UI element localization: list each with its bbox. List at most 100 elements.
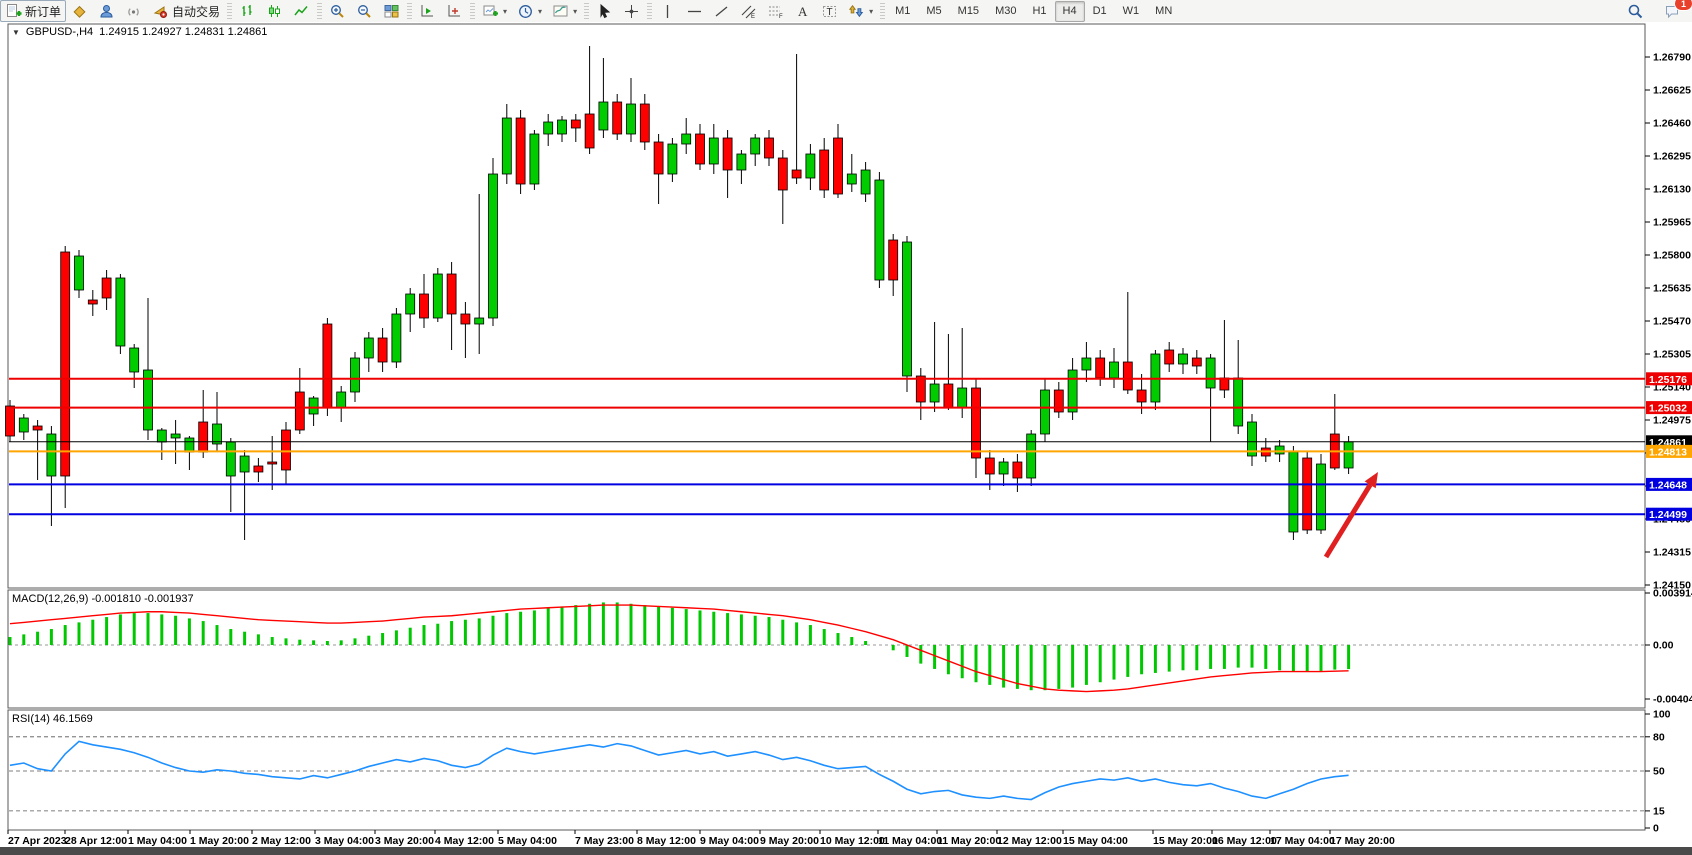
chevron-down-icon: ▾ — [538, 7, 542, 16]
candle-body — [558, 120, 567, 134]
price-level-box-label: 1.24648 — [1649, 479, 1687, 491]
window-bottom-edge — [0, 847, 1692, 855]
timeframe-m1-button[interactable]: M1 — [887, 1, 918, 22]
collapse-chart-icon[interactable]: ▼ — [12, 28, 20, 37]
macd-axis-label: 0.00 — [1653, 640, 1674, 652]
candle-body — [1206, 358, 1215, 388]
candle-body — [654, 142, 663, 174]
candle-body — [88, 300, 97, 304]
timeframe-h4-button[interactable]: H4 — [1055, 1, 1085, 22]
trendline-button[interactable] — [708, 0, 735, 22]
shapes-button[interactable]: ▾ — [843, 0, 878, 22]
timeframe-m5-button[interactable]: M5 — [918, 1, 949, 22]
signal-button[interactable] — [120, 0, 147, 22]
main-pane — [8, 24, 1645, 588]
hline-button[interactable] — [681, 0, 708, 22]
candle-body — [944, 384, 953, 408]
candle-body — [627, 104, 636, 134]
price-axis-label: 1.24975 — [1653, 415, 1691, 427]
search-icon[interactable] — [1622, 0, 1649, 22]
candle-body — [420, 294, 429, 318]
rsi-axis-label: 0 — [1653, 823, 1659, 835]
date-axis-label: 3 May 04:00 — [315, 835, 374, 847]
date-axis-label: 4 May 12:00 — [435, 835, 494, 847]
candle-body — [889, 240, 898, 280]
candle-body — [1317, 464, 1326, 530]
bar-chart-button[interactable] — [234, 0, 261, 22]
candle-body — [1137, 390, 1146, 402]
candle-body — [696, 134, 705, 164]
line-chart-button[interactable] — [288, 0, 315, 22]
candle-body — [1289, 452, 1298, 532]
candle-body — [985, 458, 994, 474]
rsi-pane — [8, 710, 1645, 830]
price-level-box-label: 1.25032 — [1649, 403, 1687, 415]
autotrade-button[interactable]: 自动交易 — [147, 0, 225, 22]
candle-body — [392, 314, 401, 362]
button-label: 自动交易 — [172, 3, 220, 20]
candle-body — [599, 102, 608, 130]
chart-canvas[interactable]: ▼ GBPUSD-,H4 1.24915 1.24927 1.24831 1.2… — [0, 22, 1692, 855]
cursor-button[interactable] — [591, 0, 618, 22]
candle-chart-button[interactable] — [261, 0, 288, 22]
date-axis-label: 11 May 20:00 — [937, 835, 1001, 847]
date-axis-label: 8 May 12:00 — [637, 835, 696, 847]
chevron-down-icon: ▾ — [503, 7, 507, 16]
macd-indicator-label: MACD(12,26,9) -0.001810 -0.001937 — [12, 593, 194, 605]
candle-body — [1123, 362, 1132, 390]
timeframe-d1-button[interactable]: D1 — [1085, 1, 1115, 22]
period-button[interactable]: ▾ — [512, 0, 547, 22]
zoom-in-button[interactable] — [324, 0, 351, 22]
candle-body — [406, 294, 415, 314]
candle-body — [116, 278, 125, 346]
toolbar-group-divider — [407, 3, 412, 19]
chat-button[interactable]: 1 — [1659, 0, 1686, 22]
date-axis-label: 1 May 04:00 — [128, 835, 187, 847]
deposit-button[interactable] — [66, 0, 93, 22]
rsi-axis-label: 80 — [1653, 731, 1665, 743]
timeframe-m15-button[interactable]: M15 — [950, 1, 987, 22]
candle-body — [668, 144, 677, 174]
timeframe-m30-button[interactable]: M30 — [987, 1, 1024, 22]
candle-body — [309, 398, 318, 414]
candle-body — [240, 456, 249, 472]
vline-button[interactable] — [654, 0, 681, 22]
price-axis-label: 1.25965 — [1653, 217, 1691, 229]
candle-body — [254, 466, 263, 472]
candle-body — [640, 104, 649, 142]
price-axis-label: 1.25305 — [1653, 349, 1691, 361]
price-axis-label: 1.25470 — [1653, 316, 1691, 328]
crosshair-button[interactable] — [618, 0, 645, 22]
timeframe-mn-button[interactable]: MN — [1147, 1, 1180, 22]
channel-button[interactable]: E — [735, 0, 762, 22]
macd-axis-label: 0.003914 — [1653, 588, 1692, 600]
new-order-button[interactable]: 新订单 — [0, 0, 66, 22]
zoom-out-button[interactable] — [351, 0, 378, 22]
candle-body — [378, 338, 387, 362]
auto-scroll-button[interactable] — [414, 0, 441, 22]
candle-body — [751, 138, 760, 154]
new-chart-button[interactable]: ▾ — [477, 0, 512, 22]
timeframe-h1-button[interactable]: H1 — [1024, 1, 1054, 22]
tile-windows-button[interactable] — [378, 0, 405, 22]
label-button[interactable]: T — [816, 0, 843, 22]
candle-body — [489, 174, 498, 318]
price-chart-svg[interactable]: 1.267901.266251.264601.262951.261301.259… — [0, 22, 1692, 855]
template-button[interactable]: ▾ — [547, 0, 582, 22]
candle-body — [130, 348, 139, 372]
candle-body — [1096, 358, 1105, 378]
profile-button[interactable] — [93, 0, 120, 22]
toolbar-group-divider — [470, 3, 475, 19]
candle-body — [461, 314, 470, 324]
candle-body — [999, 462, 1008, 474]
rsi-axis-label: 15 — [1653, 805, 1665, 817]
chart-shift-button[interactable] — [441, 0, 468, 22]
date-axis-label: 28 Apr 12:00 — [65, 835, 127, 847]
text-button[interactable]: A — [789, 0, 816, 22]
candle-body — [75, 256, 84, 290]
candle-body — [544, 122, 553, 134]
timeframe-w1-button[interactable]: W1 — [1115, 1, 1148, 22]
candle-body — [806, 154, 815, 178]
fibonacci-button[interactable]: F — [762, 0, 789, 22]
price-axis-label: 1.26790 — [1653, 52, 1691, 64]
